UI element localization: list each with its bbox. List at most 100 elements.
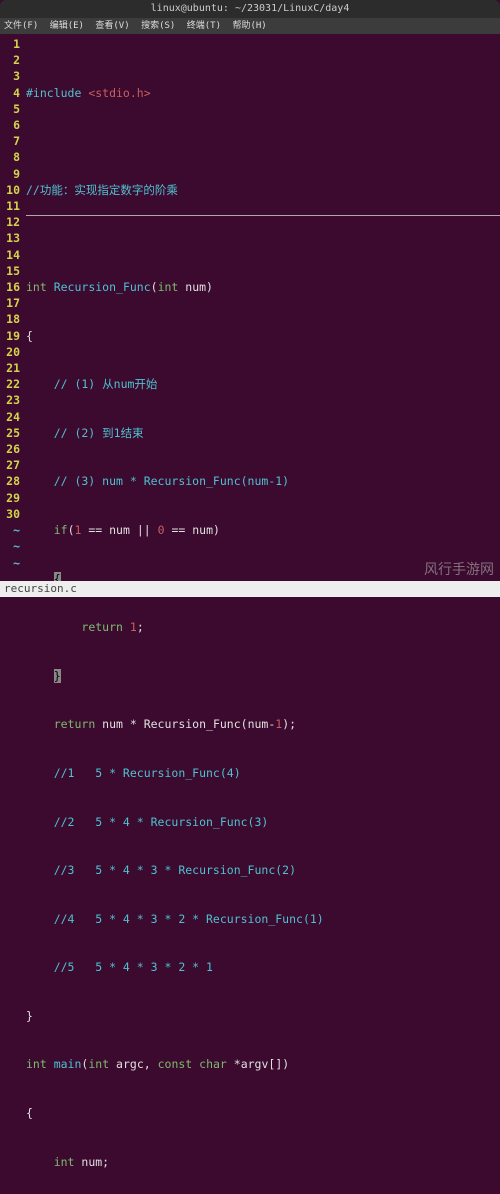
type-token: int [54, 1155, 75, 1169]
param: *argv[]) [227, 1057, 289, 1071]
code-line: int Recursion_Func(int num) [26, 279, 500, 295]
func-token: Recursion_Func [47, 280, 151, 294]
line-number: 19 [0, 328, 20, 344]
menu-file[interactable]: 文件(F) [4, 21, 38, 31]
code-line: { [26, 1105, 500, 1121]
indent [26, 523, 54, 537]
code-line: int main(int argc, const char *argv[]) [26, 1056, 500, 1072]
semi: ; [137, 620, 144, 634]
line-number: 7 [0, 133, 20, 149]
expr: num * Recursion_Func(num- [95, 717, 275, 731]
line-number: 30 [0, 506, 20, 522]
line-number: 6 [0, 117, 20, 133]
param: num) [178, 280, 213, 294]
code-line: return 1; [26, 619, 500, 635]
header-token: <stdio.h> [81, 86, 150, 100]
status-filename: recursion.c [4, 581, 77, 597]
line-number: 12 [0, 214, 20, 230]
code-line: // (2) 到1结束 [26, 425, 500, 441]
keyword-token: return [81, 620, 123, 634]
line-number-gutter: 1 2 3 4 5 6 7 8 9 10 11 12 13 14 15 16 1… [0, 34, 26, 581]
number-token: 1 [130, 620, 137, 634]
code-line: //3 5 * 4 * 3 * Recursion_Func(2) [26, 862, 500, 878]
editor-pane[interactable]: 1 2 3 4 5 6 7 8 9 10 11 12 13 14 15 16 1… [0, 34, 500, 581]
code-line: #include <stdio.h> [26, 85, 500, 101]
op: == num) [165, 523, 220, 537]
statusbar: recursion.c [0, 581, 500, 597]
line-number: 13 [0, 230, 20, 246]
line-number: 8 [0, 149, 20, 165]
menubar: 文件(F) 编辑(E) 查看(V) 搜索(S) 终端(T) 帮助(H) [0, 18, 500, 34]
line-number: 2 [0, 52, 20, 68]
code-line: } [26, 668, 500, 684]
semi: ); [282, 717, 296, 731]
number-token: 1 [275, 717, 282, 731]
line-number: 1 [0, 36, 20, 52]
code-area[interactable]: #include <stdio.h> //功能：实现指定数字的阶乘 int Re… [26, 34, 500, 581]
line-number: 16 [0, 279, 20, 295]
line-number: 5 [0, 101, 20, 117]
code-line: } [26, 1008, 500, 1024]
number-token: 0 [158, 523, 165, 537]
line-number: 29 [0, 490, 20, 506]
line-number: 26 [0, 441, 20, 457]
line-number: 9 [0, 166, 20, 182]
line-number: 10 [0, 182, 20, 198]
code-line: //4 5 * 4 * 3 * 2 * Recursion_Func(1) [26, 911, 500, 927]
keyword-token: const [158, 1057, 193, 1071]
code-line: if(1 == num || 0 == num) [26, 522, 500, 538]
code-line: //2 5 * 4 * Recursion_Func(3) [26, 814, 500, 830]
type-token: int [26, 1057, 47, 1071]
tilde: ~ [0, 522, 20, 538]
watermark: 风行手游网 [424, 559, 494, 579]
param: argc, [109, 1057, 157, 1071]
menu-search[interactable]: 搜索(S) [141, 21, 175, 31]
type-token: int [26, 280, 47, 294]
code-line: // (1) 从num开始 [26, 376, 500, 392]
indent [26, 717, 54, 731]
code-line: //1 5 * Recursion_Func(4) [26, 765, 500, 781]
indent [26, 1155, 54, 1169]
space [123, 620, 130, 634]
code-line [26, 133, 500, 149]
code-line [26, 230, 500, 246]
indent [26, 669, 54, 683]
code-line: //5 5 * 4 * 3 * 2 * 1 [26, 959, 500, 975]
menu-edit[interactable]: 编辑(E) [50, 21, 84, 31]
code-line: // (3) num * Recursion_Func(num-1) [26, 473, 500, 489]
window-titlebar: linux@ubuntu: ~/23031/LinuxC/day4 [0, 0, 500, 18]
match-brace: } [54, 669, 61, 683]
var: num; [74, 1155, 109, 1169]
code-line: int num; [26, 1154, 500, 1170]
line-number: 17 [0, 295, 20, 311]
line-number: 22 [0, 376, 20, 392]
line-number: 27 [0, 457, 20, 473]
line-number: 11 [0, 198, 20, 214]
menu-terminal[interactable]: 终端(T) [187, 21, 221, 31]
line-number: 20 [0, 344, 20, 360]
line-number: 23 [0, 392, 20, 408]
tilde: ~ [0, 538, 20, 554]
line-number: 14 [0, 247, 20, 263]
keyword-token: if [54, 523, 68, 537]
paren: ( [68, 523, 75, 537]
menu-help[interactable]: 帮助(H) [232, 21, 266, 31]
line-number: 4 [0, 85, 20, 101]
cursor-ruler [26, 215, 500, 216]
paren: ( [151, 280, 158, 294]
line-number: 28 [0, 473, 20, 489]
line-number: 25 [0, 425, 20, 441]
keyword-token: return [54, 717, 96, 731]
op: == num || [81, 523, 157, 537]
space [192, 1057, 199, 1071]
paren: ( [81, 1057, 88, 1071]
line-number: 21 [0, 360, 20, 376]
type-token: int [158, 280, 179, 294]
func-token: main [47, 1057, 82, 1071]
code-line: //功能：实现指定数字的阶乘 [26, 182, 500, 198]
menu-view[interactable]: 查看(V) [95, 21, 129, 31]
code-line: return num * Recursion_Func(num-1); [26, 716, 500, 732]
line-number: 3 [0, 68, 20, 84]
line-number: 18 [0, 311, 20, 327]
tilde: ~ [0, 555, 20, 571]
